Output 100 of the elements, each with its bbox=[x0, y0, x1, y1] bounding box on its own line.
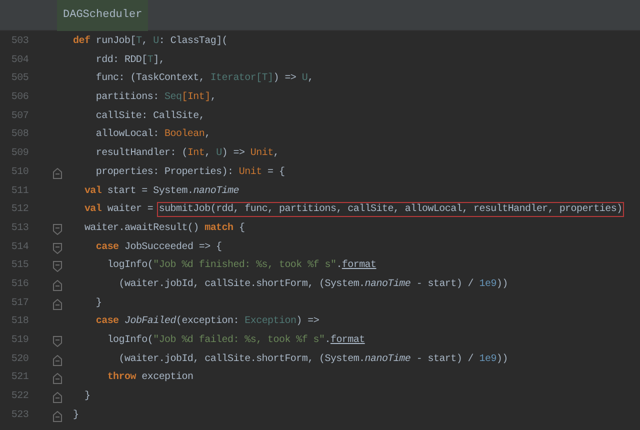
code-text: = { bbox=[268, 166, 285, 178]
code-text: , bbox=[142, 36, 148, 47]
fold-marker-icon[interactable] bbox=[53, 298, 62, 310]
line-number: 508 bbox=[11, 129, 29, 140]
fold-marker-icon[interactable] bbox=[53, 168, 62, 179]
type-name: Seq bbox=[164, 92, 182, 104]
method-name: format bbox=[330, 335, 365, 346]
line-number: 505 bbox=[11, 73, 29, 84]
keyword: throw bbox=[107, 372, 136, 384]
fold-marker-icon[interactable] bbox=[53, 261, 62, 272]
line-number: 514 bbox=[11, 242, 29, 253]
code-text: func: (TaskContext, bbox=[96, 73, 206, 84]
type-name: Exception bbox=[244, 316, 296, 328]
type-name: U bbox=[302, 73, 308, 84]
line-number: 509 bbox=[11, 148, 29, 160]
line-number: 506 bbox=[11, 92, 29, 104]
code-text: , bbox=[204, 148, 212, 160]
line-number: 516 bbox=[11, 278, 29, 290]
fold-marker-icon[interactable] bbox=[53, 280, 62, 291]
code-text: . bbox=[324, 335, 330, 346]
highlighted-code: submitJob(rdd, func, partitions, callSite, allowLocal, resultHandler, properties) bbox=[158, 204, 622, 216]
code-text: - start) / bbox=[416, 278, 475, 290]
code-text: , bbox=[308, 73, 314, 84]
code-text: ) => bbox=[296, 316, 320, 328]
code-text: , bbox=[273, 148, 280, 160]
number-literal: 1e9 bbox=[479, 354, 496, 365]
fold-marker-icon[interactable] bbox=[53, 373, 62, 384]
type-name: Iterator[T] bbox=[210, 73, 274, 84]
method-name: nanoTime bbox=[364, 354, 411, 365]
code-text: allowLocal: bbox=[96, 129, 160, 140]
number-literal: 1e9 bbox=[479, 278, 496, 290]
method-name: nanoTime bbox=[193, 186, 239, 196]
string-literal: "Job %d failed: %s, took %f s" bbox=[153, 335, 325, 346]
code-text: ) => bbox=[222, 148, 246, 160]
code-text: ) => bbox=[273, 73, 298, 84]
line-number: 519 bbox=[11, 335, 29, 346]
code-text: waiter.awaitResult() bbox=[84, 222, 200, 234]
type-name: [Int] bbox=[182, 92, 210, 104]
code-text: JobSucceeded => { bbox=[124, 242, 222, 253]
code-text: partitions: bbox=[96, 92, 160, 104]
code-text: )) bbox=[496, 278, 508, 290]
line-number: 520 bbox=[11, 354, 29, 365]
code-text: (waiter.jobId, callSite.shortForm, (System. bbox=[118, 278, 365, 290]
code-text: ], bbox=[153, 54, 165, 66]
line-number: 510 bbox=[11, 166, 29, 178]
line-number: 511 bbox=[11, 186, 29, 196]
code-text: resultHandler: ( bbox=[96, 148, 188, 160]
type-name: Unit bbox=[250, 148, 274, 160]
method-name: JobFailed bbox=[124, 316, 176, 328]
type-name: U bbox=[153, 36, 159, 47]
line-number: 513 bbox=[11, 222, 29, 234]
keyword: match bbox=[204, 222, 234, 234]
code-text: , bbox=[204, 129, 210, 140]
code-text: , bbox=[210, 92, 216, 104]
code-text: runJob[ bbox=[96, 36, 136, 47]
code-text: logInfo( bbox=[107, 260, 154, 272]
code-text: (exception: bbox=[176, 316, 240, 328]
string-literal: "Job %d finished: %s, took %f s" bbox=[153, 260, 336, 272]
keyword: case bbox=[96, 242, 119, 253]
code-text: exception bbox=[142, 372, 194, 384]
code-text: } bbox=[73, 410, 79, 421]
fold-marker-icon[interactable] bbox=[53, 410, 62, 422]
code-text: start = System. bbox=[107, 186, 194, 196]
line-number: 503 bbox=[11, 36, 29, 47]
keyword: val bbox=[84, 186, 102, 196]
type-name: Int bbox=[187, 148, 205, 160]
code-text: } bbox=[96, 298, 102, 309]
fold-marker-icon[interactable] bbox=[53, 224, 62, 235]
method-name: format bbox=[342, 260, 376, 272]
fold-marker-icon[interactable] bbox=[53, 392, 62, 404]
code-text: rdd: RDD[ bbox=[96, 54, 148, 66]
file-tab[interactable]: DAGScheduler bbox=[57, 0, 148, 31]
line-number: 523 bbox=[11, 410, 29, 421]
line-number: 518 bbox=[11, 316, 29, 328]
line-number: 522 bbox=[11, 391, 29, 402]
fold-marker-icon[interactable] bbox=[53, 242, 62, 254]
code-text: : ClassTag]( bbox=[158, 36, 228, 47]
line-number: 517 bbox=[11, 298, 29, 309]
type-name: T bbox=[136, 36, 142, 47]
code-text: - start) / bbox=[416, 354, 475, 365]
type-name: Unit bbox=[238, 166, 262, 178]
code-text: (waiter.jobId, callSite.shortForm, (System. bbox=[118, 354, 365, 365]
code-text: logInfo( bbox=[107, 335, 154, 346]
type-name: Boolean bbox=[164, 129, 205, 140]
code-text: callSite: CallSite, bbox=[96, 110, 205, 122]
code-text: { bbox=[238, 222, 245, 234]
line-number: 512 bbox=[11, 204, 29, 216]
code-text: properties: Properties): bbox=[96, 166, 234, 178]
code-text: } bbox=[84, 391, 90, 402]
type-name: T bbox=[147, 54, 154, 66]
method-name: nanoTime bbox=[364, 278, 411, 290]
line-number: 504 bbox=[11, 54, 29, 66]
code-text: waiter = bbox=[107, 204, 154, 216]
keyword: def bbox=[73, 36, 90, 47]
fold-marker-icon[interactable] bbox=[53, 336, 62, 347]
code-text: )) bbox=[496, 354, 508, 365]
keyword: val bbox=[84, 204, 102, 216]
fold-marker-icon[interactable] bbox=[53, 354, 62, 366]
keyword: case bbox=[96, 316, 119, 328]
line-number: 507 bbox=[11, 110, 29, 122]
